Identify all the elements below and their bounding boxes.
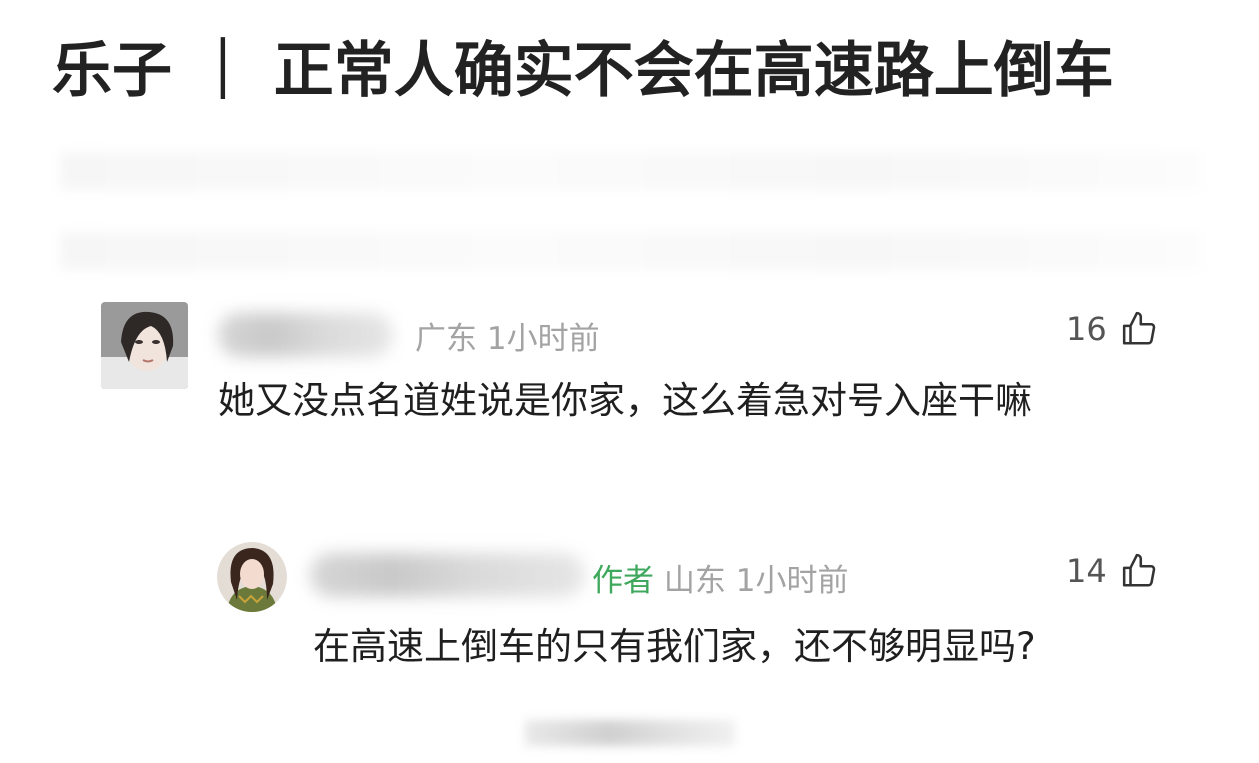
author-name-redacted: [310, 553, 585, 597]
comment-text: 她又没点名道姓说是你家，这么着急对号入座干嘛: [218, 379, 1032, 422]
comment-meta: 广东 1小时前: [415, 313, 600, 358]
reply-time: 1小时前: [735, 563, 849, 599]
author-tag: 作者: [592, 563, 654, 599]
thumbs-up-icon: [1122, 553, 1155, 587]
like-button[interactable]: 16: [1066, 310, 1159, 348]
author-avatar[interactable]: [217, 542, 287, 612]
reply-meta: 作者 山东 1小时前: [592, 555, 848, 600]
faded-background-text: [60, 152, 1200, 190]
faded-background-text: [60, 232, 1200, 270]
commenter-name-redacted: [218, 313, 393, 357]
reply-text: 在高速上倒车的只有我们家，还不够明显吗?: [313, 625, 1036, 668]
comment-time: 1小时前: [486, 321, 600, 357]
redacted-strip: [525, 720, 735, 746]
author-avatar-icon: [217, 542, 287, 612]
user-avatar-icon: [101, 302, 188, 389]
reply-location: 山东: [663, 563, 726, 599]
comment-location: 广东: [415, 321, 477, 357]
reply-like-count: 14: [1066, 552, 1107, 590]
commenter-avatar[interactable]: [101, 302, 188, 389]
post-title: 乐子 ｜ 正常人确实不会在高速路上倒车: [52, 36, 1114, 106]
like-count: 16: [1066, 310, 1107, 348]
reply-like-button[interactable]: 14: [1066, 552, 1159, 590]
thumbs-up-icon: [1122, 311, 1155, 345]
